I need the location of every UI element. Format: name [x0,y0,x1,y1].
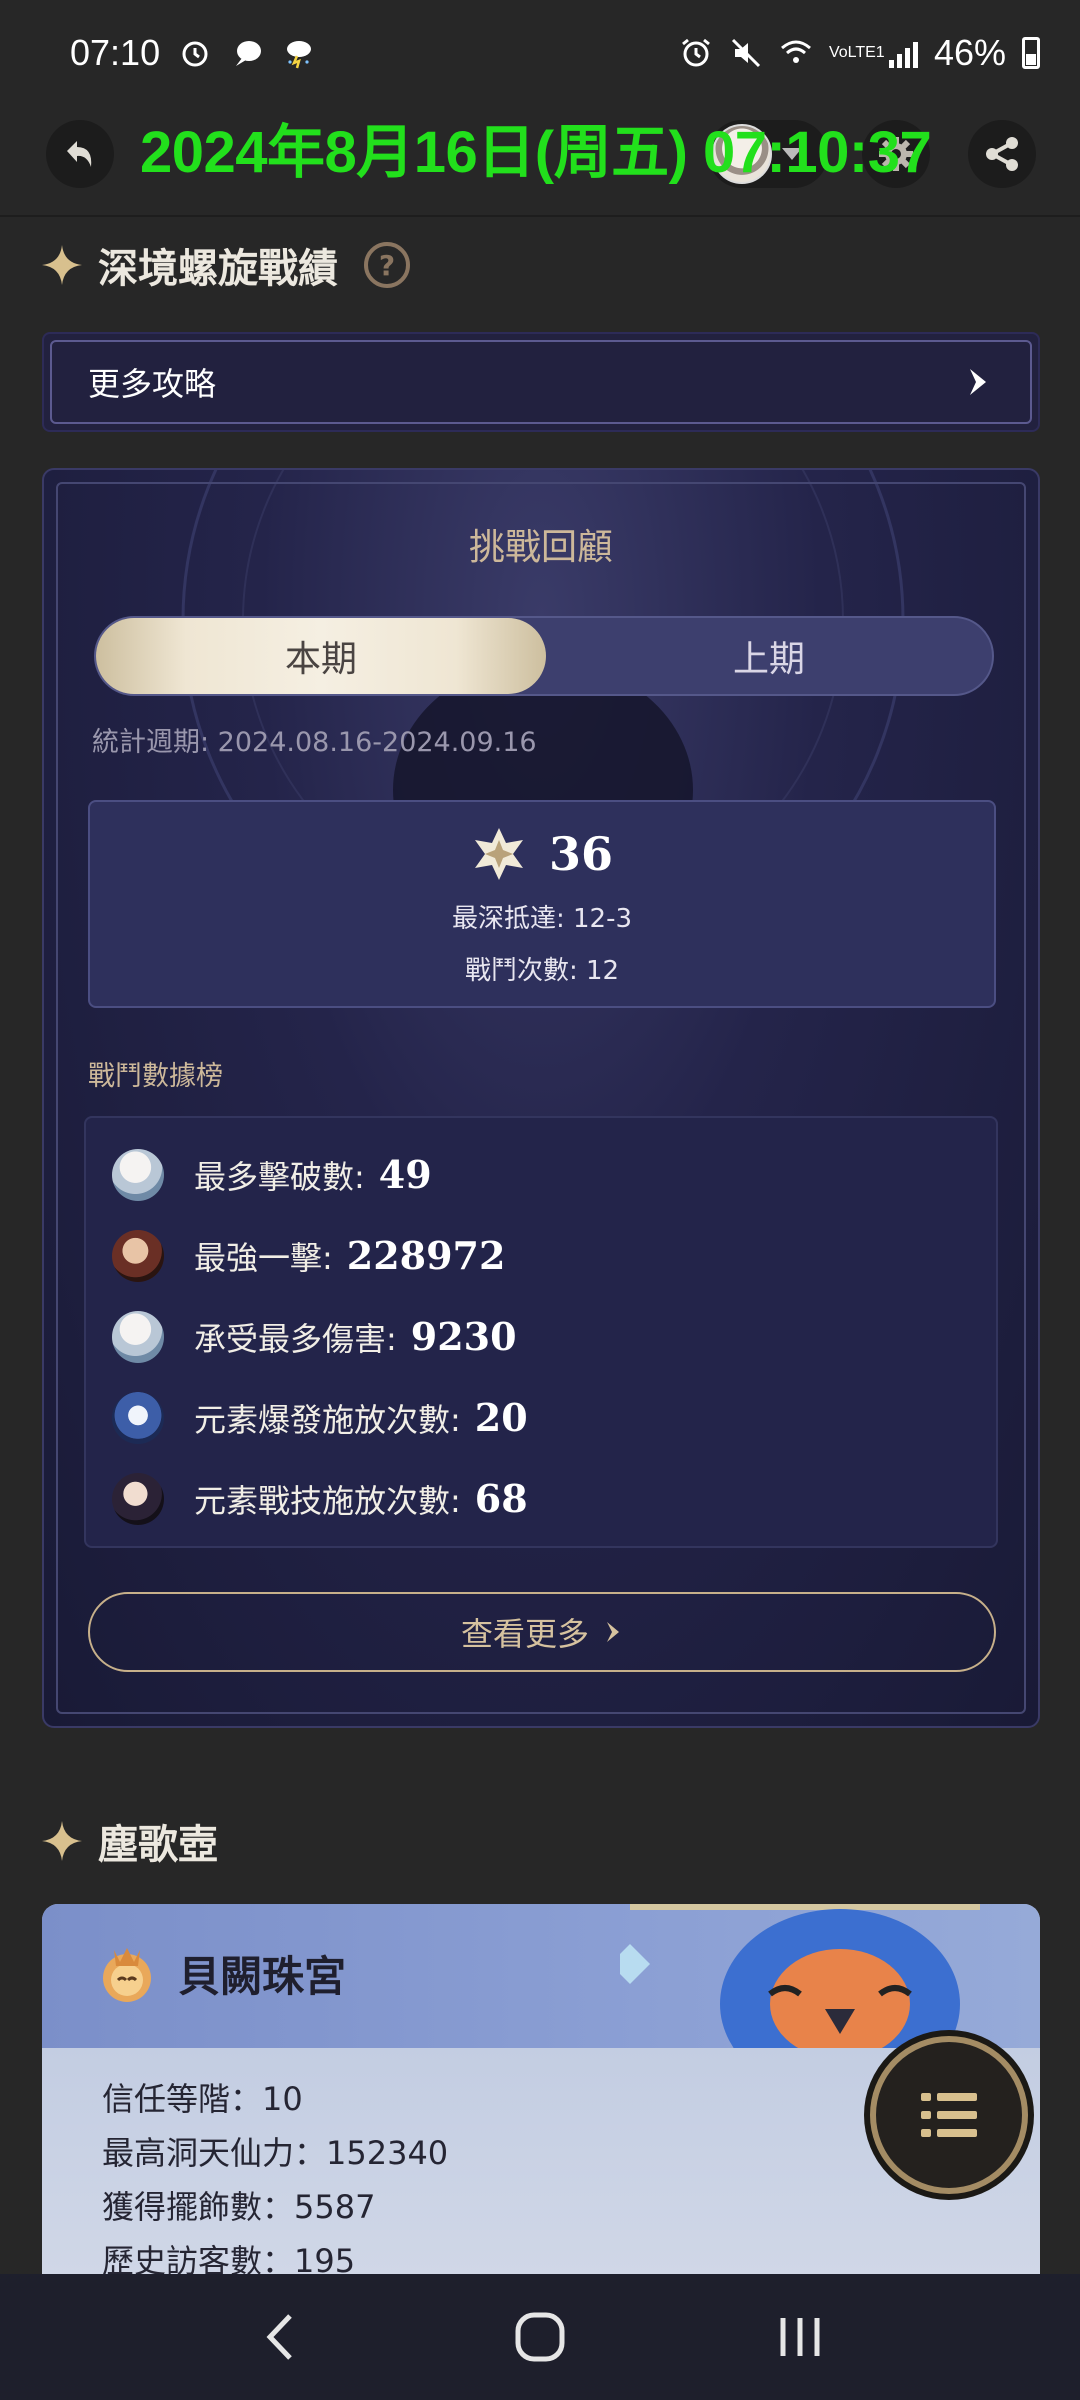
battery-percent: 46% [933,31,1006,73]
back-button[interactable] [46,120,114,188]
abyss-summary: 36 最深抵達: 12-3 戰鬥次數: 12 [88,800,996,1008]
character-avatar [112,1310,164,1363]
sparkle-icon [42,1821,82,1861]
list-item: 最多擊破數: 49 [86,1134,996,1215]
battle-count: 戰鬥次數: 12 [464,956,620,986]
list-item: 承受最多傷害: 9230 [86,1296,996,1377]
mute-icon [731,38,760,67]
chat-bubble-icon [236,40,262,66]
system-nav-bar [0,2274,1080,2400]
section-title: 塵歌壺 [98,1822,218,1868]
share-button[interactable] [968,120,1036,188]
share-icon [986,137,1018,171]
ranking-label: 元素爆發施放次數: [194,1400,461,1439]
tab-previous-label: 上期 [732,639,805,680]
list-item: 元素爆發施放次數: 20 [86,1377,996,1458]
recents-icon [780,2318,820,2356]
home-icon [515,2312,565,2362]
character-avatar [112,1472,164,1525]
nav-back-button[interactable] [240,2297,320,2377]
ranking-list: 最多擊破數: 49 最強一擊: 228972 承受最多傷害: 9230 元素爆發… [84,1116,998,1548]
wifi-icon [780,40,811,63]
nav-home-button[interactable] [500,2297,580,2377]
character-avatar [112,1148,164,1201]
app-bar: 2024年8月16日(周五) 07:10:37 [0,105,1080,215]
section-title: 深境螺旋戰績 [98,246,338,292]
status-bar: 07:10 VoLTE1 46% [0,0,1080,105]
signal-icon [888,38,918,68]
abyss-card: 挑戰回顧 本期 上期 統計週期: 2024.08.16-2024.09.16 3… [42,468,1040,1728]
see-more-button[interactable]: 查看更多 [88,1592,996,1672]
tab-current-label: 本期 [284,639,357,680]
alarm-icon [182,41,208,66]
pot-section-header: 塵歌壺 [40,1812,218,1870]
character-avatar [112,1229,164,1282]
period-tabs: 本期 上期 [94,616,994,696]
sparkle-icon [42,245,82,285]
more-guides-bar[interactable]: 更多攻略 [42,332,1040,432]
chevron-right-icon [607,1622,619,1642]
list-item: 元素戰技施放次數: 68 [86,1458,996,1539]
battery-icon [1022,36,1040,69]
alarm-icon [682,38,710,66]
nav-recents-button[interactable] [760,2297,840,2377]
chevron-right-icon [970,369,986,395]
stats-period: 統計週期: 2024.08.16-2024.09.16 [92,727,537,758]
volte-label: VoLTE1 [828,43,885,61]
ranking-label: 承受最多傷害: [194,1319,397,1358]
character-avatar [112,1391,164,1444]
chevron-left-icon [266,2314,292,2360]
ranking-value: 228972 [346,1233,506,1278]
ranking-label: 元素戰技施放次數: [194,1481,461,1520]
abyss-star-icon [474,828,523,880]
ranking-label: 最強一擊: [194,1238,333,1277]
card-title: 挑戰回顧 [468,527,613,568]
ranking-value: 9230 [410,1314,517,1359]
abyss-stars: 36 [548,827,613,881]
list-item: 最強一擊: 228972 [86,1215,996,1296]
pot-character-art [620,1904,980,2054]
floating-menu-button[interactable] [870,2036,1028,2194]
teapot-icon [103,1948,151,2002]
ranking-title: 戰鬥數據榜 [88,1061,223,1092]
ranking-value: 20 [474,1395,528,1440]
realm-name: 貝闕珠宮 [178,1951,347,2001]
ranking-value: 68 [474,1476,528,1521]
status-time: 07:10 [70,31,161,73]
tab-previous-period[interactable]: 上期 [546,618,992,694]
deepest-floor: 最深抵達: 12-3 [451,904,633,934]
trust-rank: 信任等階：10 [102,2080,303,2118]
visitor-count: 歷史訪客數：195 [102,2242,356,2276]
divider [0,215,1080,217]
ranking-value: 49 [378,1152,432,1197]
ranking-label: 最多擊破數: [194,1157,365,1196]
help-icon[interactable]: ? [364,242,410,288]
tab-current-period[interactable]: 本期 [96,618,546,694]
back-arrow-icon [67,141,92,167]
furnishing-count: 獲得擺飾數：5587 [102,2188,376,2226]
list-icon [921,2093,977,2137]
see-more-label: 查看更多 [460,1615,589,1653]
abyss-section-header: 深境螺旋戰績 ? [40,236,410,294]
weather-storm-icon [287,40,312,68]
more-guides-label: 更多攻略 [88,365,217,403]
timestamp-overlay: 2024年8月16日(周五) 07:10:37 [140,120,932,185]
adeptal-energy: 最高洞天仙力：152340 [102,2134,449,2172]
